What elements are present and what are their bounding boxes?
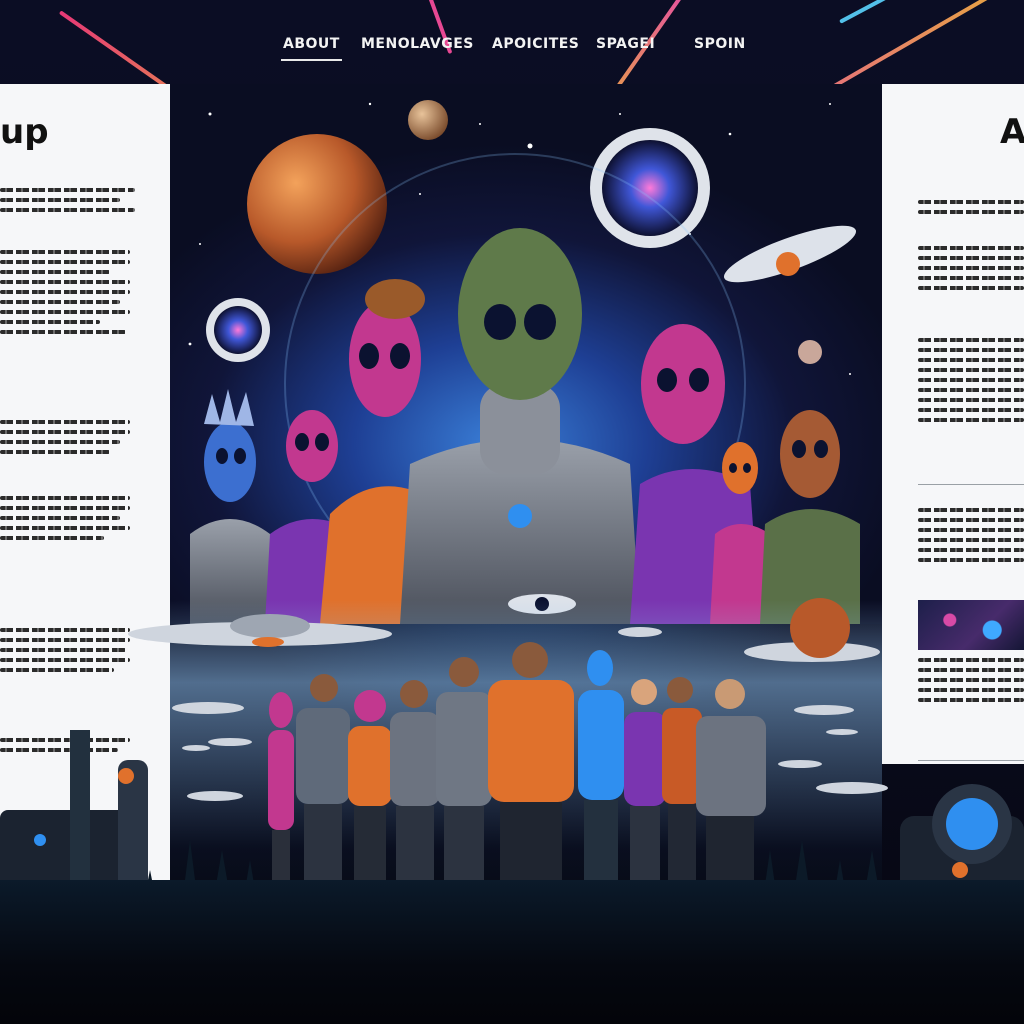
light-streak: [839, 0, 1018, 24]
nav-item-apoicites[interactable]: APOICITES: [492, 36, 579, 52]
hero-illustration: [170, 84, 882, 624]
left-panel-title: up: [0, 112, 49, 152]
text-block: [918, 246, 1024, 296]
text-block: [0, 250, 130, 340]
nav-item-spagei[interactable]: SPAGEI: [596, 36, 655, 52]
small-planet: [408, 100, 448, 140]
nav-item-menolavges[interactable]: MENOLAVGES: [361, 36, 474, 52]
nav-item-about[interactable]: ABOUT: [281, 36, 342, 61]
flying-saucer-large: [128, 614, 392, 647]
ground: [0, 880, 1024, 1024]
text-block: [918, 200, 1024, 220]
text-block: [0, 496, 130, 546]
text-block: [0, 420, 130, 460]
flying-saucer-right: [744, 598, 880, 662]
text-block: [918, 508, 1024, 568]
alien-green-commander: [400, 228, 640, 624]
divider: [918, 484, 1024, 485]
text-block: [0, 188, 135, 218]
right-panel-title: A: [1000, 112, 1024, 152]
tiny-planet: [798, 340, 822, 364]
nav-item-spoin[interactable]: SPOIN: [694, 36, 746, 52]
hero-art: [188, 100, 860, 624]
large-planet: [247, 134, 387, 274]
page-canvas: ABOUT MENOLAVGES APOICITES SPAGEI SPOIN …: [0, 0, 1024, 1024]
top-navigation: ABOUT MENOLAVGES APOICITES SPAGEI SPOIN: [0, 30, 1024, 61]
text-block: [918, 338, 1024, 428]
